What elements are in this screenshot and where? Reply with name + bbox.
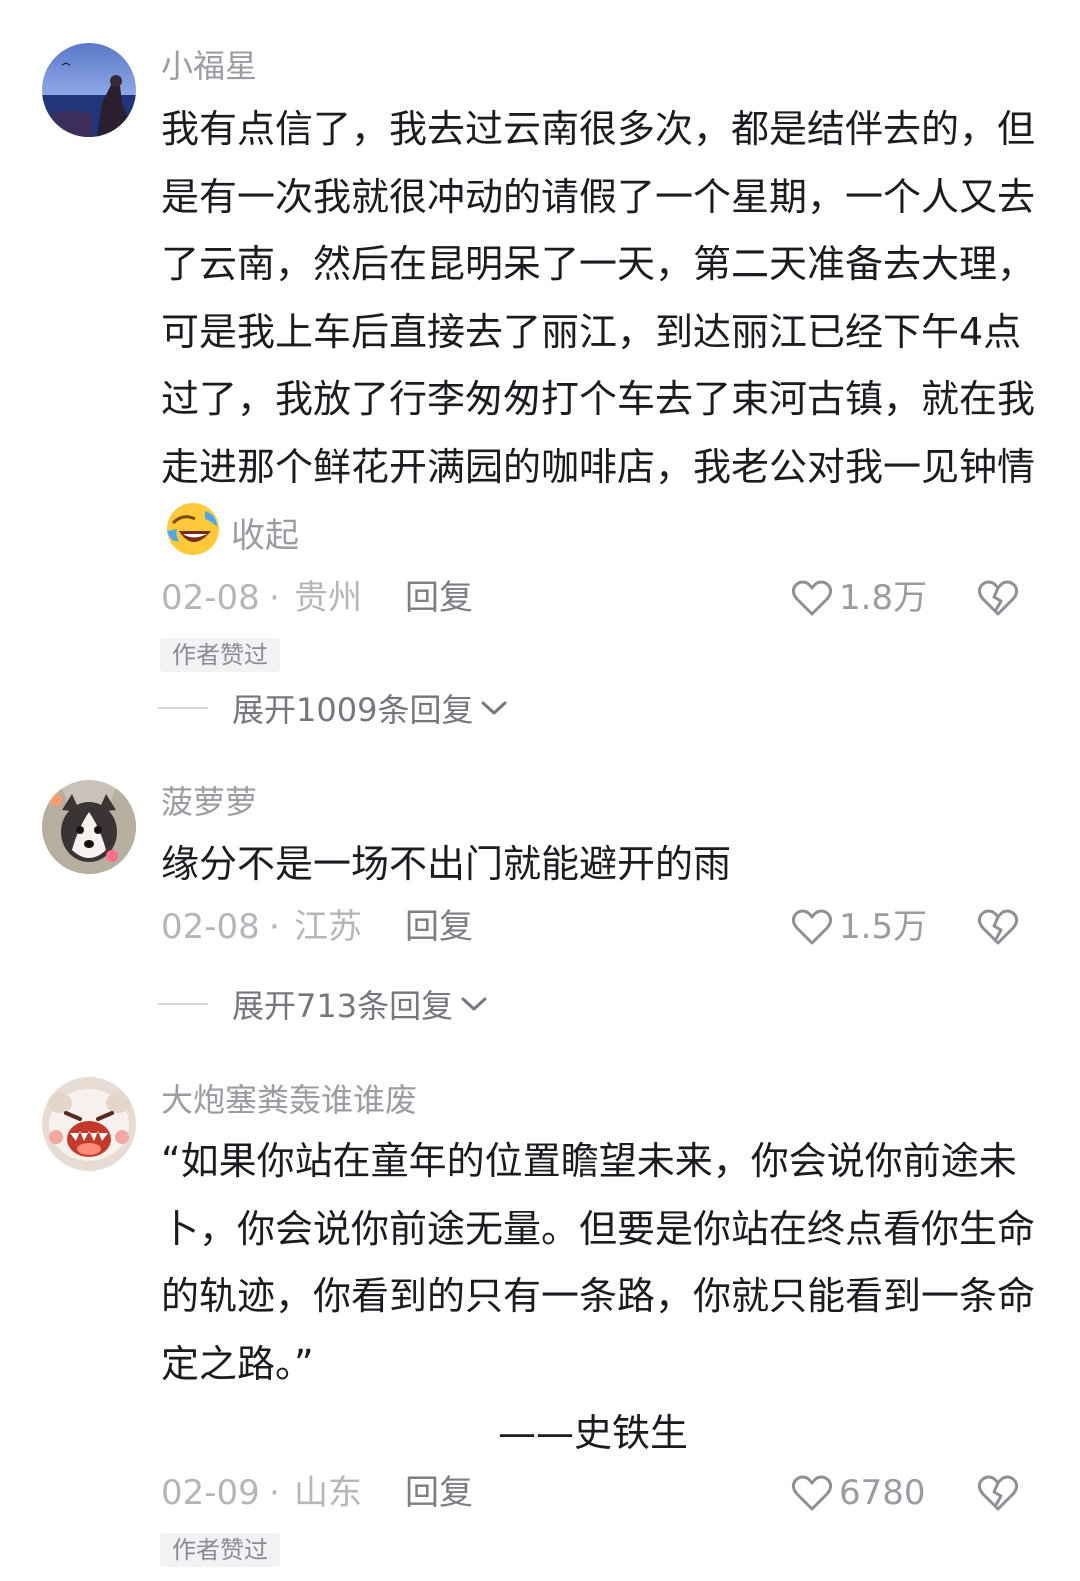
author-liked-badge: 作者赞过: [160, 1533, 280, 1567]
username[interactable]: 大炮塞粪轰谁谁废: [161, 1080, 417, 1120]
dislike-button[interactable]: [977, 578, 1019, 618]
broken-heart-icon: [977, 580, 1019, 616]
like-button[interactable]: 1.5万: [791, 903, 927, 951]
chevron-down-icon: [459, 994, 489, 1014]
comment-text: “如果你站在童年的位置瞻望未来，你会说你前途未卜，你会说你前途无量。但要是你站在…: [161, 1139, 1036, 1386]
comment-meta: 02-09 · 山东 回复 6780: [161, 1469, 1020, 1517]
divider: [158, 707, 208, 709]
avatar[interactable]: [42, 1077, 136, 1171]
expand-replies[interactable]: 展开713条回复: [158, 982, 489, 1026]
like-count: 1.5万: [839, 907, 928, 947]
like-count: 1.8万: [839, 578, 928, 618]
dislike-button[interactable]: [977, 907, 1019, 947]
comment-text: 我有点信了，我去过云南很多次，都是结伴去的，但是有一次我就很冲动的请假了一个星期…: [161, 96, 1041, 571]
comment-location: 江苏: [294, 907, 362, 947]
comment-date: 02-09: [161, 1473, 260, 1513]
comment-date: 02-08: [161, 578, 260, 618]
comment-item: 小福星 我有点信了，我去过云南很多次，都是结伴去的，但是有一次我就很冲动的请假了…: [0, 0, 1080, 740]
collapse-link[interactable]: 收起: [231, 516, 299, 556]
comment-date: 02-08: [161, 907, 260, 947]
reply-button[interactable]: 回复: [405, 903, 473, 951]
username[interactable]: 小福星: [161, 46, 257, 86]
reply-button[interactable]: 回复: [405, 574, 473, 622]
dislike-button[interactable]: [977, 1473, 1019, 1513]
heart-outline-icon: [791, 909, 833, 945]
like-button[interactable]: 6780: [791, 1469, 926, 1517]
expand-replies[interactable]: 展开1009条回复: [158, 686, 509, 730]
chevron-down-icon: [479, 698, 509, 718]
divider: [158, 1003, 208, 1005]
quote-signature: ——史铁生: [498, 1411, 689, 1455]
author-liked-badge: 作者赞过: [160, 638, 280, 672]
comment-meta: 02-08 · 贵州 回复 1.8万: [161, 574, 1020, 622]
comment-location: 贵州: [294, 578, 362, 618]
meta-separator: ·: [269, 578, 280, 618]
expand-replies-label: 展开713条回复: [232, 987, 454, 1025]
avatar[interactable]: [42, 43, 136, 137]
comment-text-content: 我有点信了，我去过云南很多次，都是结伴去的，但是有一次我就很冲动的请假了一个星期…: [161, 107, 1036, 489]
heart-outline-icon: [791, 1475, 833, 1511]
comment-text: 缘分不是一场不出门就能避开的雨: [161, 842, 732, 886]
comment-list: 小福星 我有点信了，我去过云南很多次，都是结伴去的，但是有一次我就很冲动的请假了…: [0, 0, 1080, 1581]
meta-separator: ·: [269, 1473, 280, 1513]
laughing-tears-emoji-icon: [165, 501, 221, 557]
comment-item: 大炮塞粪轰谁谁废 “如果你站在童年的位置瞻望未来，你会说你前途未卜，你会说你前途…: [0, 1060, 1080, 1581]
meta-separator: ·: [269, 907, 280, 947]
like-count: 6780: [839, 1473, 926, 1513]
heart-outline-icon: [791, 580, 833, 616]
comment-meta: 02-08 · 江苏 回复 1.5万: [161, 903, 1020, 951]
username[interactable]: 菠萝萝: [161, 782, 257, 822]
avatar[interactable]: [42, 780, 136, 874]
comment-location: 山东: [294, 1473, 362, 1513]
reply-button[interactable]: 回复: [405, 1469, 473, 1517]
expand-replies-label: 展开1009条回复: [232, 691, 474, 729]
like-button[interactable]: 1.8万: [791, 574, 927, 622]
comment-item: 菠萝萝 缘分不是一场不出门就能避开的雨 02-08 · 江苏 回复 1.5万 展…: [0, 760, 1080, 1060]
broken-heart-icon: [977, 1475, 1019, 1511]
broken-heart-icon: [977, 909, 1019, 945]
